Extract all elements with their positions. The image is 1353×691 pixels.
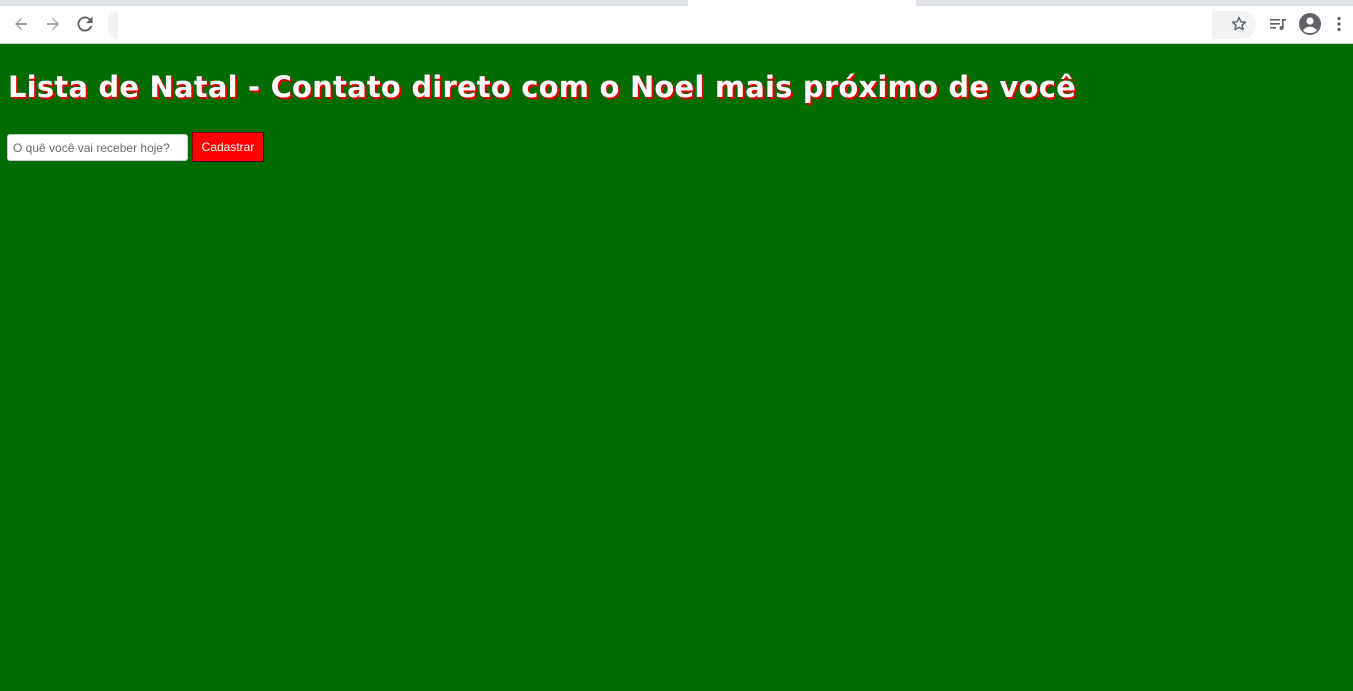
back-button[interactable] (6, 9, 36, 39)
bookmark-button[interactable] (1224, 9, 1254, 39)
page-body: Lista de Natal - Contato direto com o No… (0, 44, 1353, 691)
browser-toolbar (0, 6, 1353, 44)
account-circle-icon (1298, 12, 1322, 36)
address-bar-left-cap (108, 11, 118, 39)
kebab-menu-icon (1337, 16, 1341, 32)
reload-icon (77, 16, 93, 32)
media-control-button[interactable] (1263, 9, 1293, 39)
playlist-icon (1269, 16, 1287, 32)
arrow-right-icon (45, 16, 61, 32)
profile-button[interactable] (1295, 9, 1325, 39)
reload-button[interactable] (70, 9, 100, 39)
menu-button[interactable] (1328, 9, 1350, 39)
address-bar[interactable] (108, 11, 1256, 39)
star-icon (1231, 16, 1247, 32)
gift-item-input[interactable] (7, 134, 188, 161)
forward-button[interactable] (38, 9, 68, 39)
arrow-left-icon (13, 16, 29, 32)
cadastrar-button[interactable]: Cadastrar (192, 132, 264, 162)
page-title: Lista de Natal - Contato direto com o No… (8, 70, 1076, 104)
